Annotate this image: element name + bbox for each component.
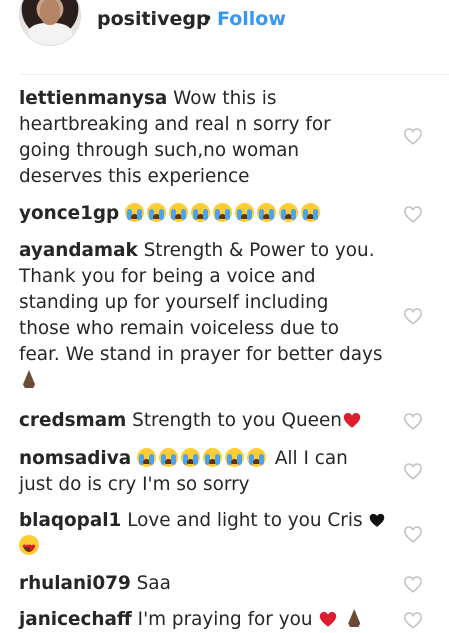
comment-text: Love and light to you Cris (127, 510, 363, 531)
crying-face-icon (169, 203, 189, 222)
comment-text: deserves this experience (19, 166, 250, 187)
folded-hands-icon (344, 608, 364, 628)
like-heart-icon[interactable] (403, 611, 423, 629)
red-heart-icon (343, 413, 361, 428)
comment-username[interactable]: nomsadiva (19, 448, 131, 469)
crying-face-icon (257, 203, 277, 222)
comment-text: heartbreaking and real n sorry for (19, 114, 331, 135)
folded-hands-icon (19, 369, 39, 389)
crying-face-icon (136, 448, 156, 467)
separator-dot: • (202, 8, 214, 30)
like-heart-icon[interactable] (403, 412, 423, 430)
comment-text: Saa (136, 573, 171, 594)
comment-text: fear. We stand in prayer for better days (19, 344, 383, 365)
like-heart-icon[interactable] (403, 462, 423, 480)
crying-face-icon (180, 448, 200, 467)
post-author-username[interactable]: positivegp (97, 8, 210, 30)
comment-username[interactable]: janicechaff (19, 609, 132, 630)
like-heart-icon[interactable] (403, 127, 423, 145)
crying-face-icon (125, 203, 145, 222)
crying-face-icon (202, 448, 222, 467)
comment-username[interactable]: lettienmanysa (19, 88, 167, 109)
crying-face-icon (279, 203, 299, 222)
crying-face-icon (224, 448, 244, 467)
comment-username[interactable]: credsmam (19, 410, 126, 431)
black-heart-icon (370, 513, 385, 527)
comment-username[interactable]: rhulani079 (19, 573, 131, 594)
crying-face-icon (158, 448, 178, 467)
comment-blaqopal1: blaqopal1 Love and light to you Cris (19, 508, 389, 562)
comment-text: just do is cry I'm so sorry (19, 474, 250, 495)
comment-text: going through such,no woman (19, 140, 300, 161)
comment-text: Strength to you Queen (132, 410, 342, 431)
comment-text: Thank you for being a voice and (19, 266, 316, 287)
crying-face-icon (246, 448, 266, 467)
comment-text: Wow this is (173, 88, 277, 109)
comment-text: standing up for yourself including (19, 292, 329, 313)
comment-username[interactable]: blaqopal1 (19, 510, 121, 531)
crying-face-icon (191, 203, 211, 222)
like-heart-icon[interactable] (403, 205, 423, 223)
comment-text: I'm praying for you (137, 609, 313, 630)
comment-yonce1gp: yonce1gp (19, 201, 389, 227)
comment-lettienmanysa: lettienmanysa Wow this is heartbreaking … (19, 86, 389, 190)
comment-username[interactable]: yonce1gp (19, 203, 119, 224)
heart-eyes-icon (19, 535, 39, 562)
like-heart-icon[interactable] (403, 575, 423, 593)
comment-text: All I can (274, 448, 348, 469)
comment-username[interactable]: ayandamak (19, 240, 138, 261)
comment-text: those who remain voiceless due to (19, 318, 339, 339)
crying-face-emojis (136, 448, 275, 469)
avatar[interactable] (19, 0, 81, 46)
crying-face-emojis (125, 203, 323, 224)
like-heart-icon[interactable] (403, 525, 423, 543)
crying-face-icon (235, 203, 255, 222)
comment-janicechaff: janicechaff I'm praying for you (19, 607, 389, 633)
comment-ayandamak: ayandamak Strength & Power to you. Thank… (19, 238, 389, 394)
comment-credsmam: credsmam Strength to you Queen (19, 408, 389, 434)
crying-face-icon (147, 203, 167, 222)
crying-face-icon (213, 203, 233, 222)
comment-nomsadiva: nomsadiva All I can just do is cry I'm s… (19, 446, 389, 498)
comment-text: Strength & Power to you. (143, 240, 375, 261)
like-heart-icon[interactable] (403, 307, 423, 325)
crying-face-icon (301, 203, 321, 222)
comment-rhulani079: rhulani079 Saa (19, 571, 389, 597)
follow-button[interactable]: Follow (217, 8, 286, 30)
red-heart-icon (320, 612, 337, 627)
header-divider (19, 74, 449, 75)
post-header: positivegp • Follow (0, 0, 449, 74)
